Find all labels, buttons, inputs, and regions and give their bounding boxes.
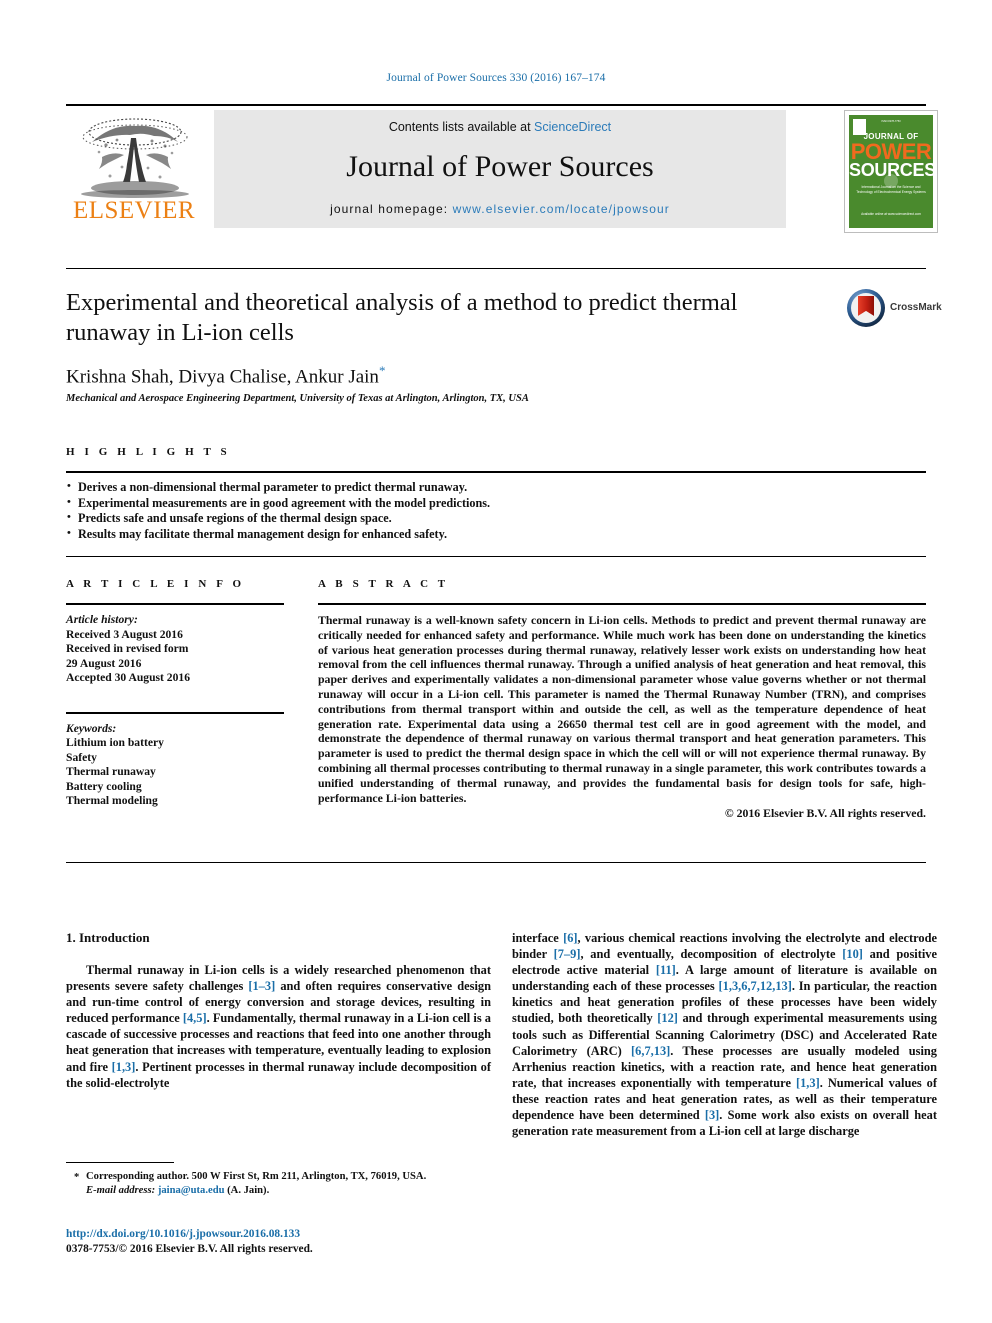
email-label: E-mail address: — [86, 1184, 156, 1196]
list-item: Experimental measurements are in good ag… — [66, 495, 926, 512]
sciencedirect-link[interactable]: ScienceDirect — [534, 120, 611, 134]
elsevier-wordmark: ELSEVIER — [72, 197, 196, 224]
citation-link[interactable]: [1,3] — [112, 1060, 136, 1074]
history-line: 29 August 2016 — [66, 656, 142, 670]
body-column-left: 1. Introduction Thermal runaway in Li-io… — [66, 930, 491, 1091]
citation-link[interactable]: [7–9] — [554, 947, 581, 961]
homepage-prefix: journal homepage: — [330, 202, 449, 216]
citation-link[interactable]: [4,5] — [183, 1011, 207, 1025]
corresponding-author-footnote: * Corresponding author. 500 W First St, … — [66, 1170, 491, 1197]
citation-link[interactable]: [6] — [563, 931, 577, 945]
keyword: Thermal modeling — [66, 794, 158, 807]
list-item: Predicts safe and unsafe regions of the … — [66, 510, 926, 527]
footnote-email-line: E-mail address: jaina@uta.edu (A. Jain). — [66, 1184, 491, 1198]
history-line: Received in revised form — [66, 642, 189, 655]
issn-copyright-line: 0378-7753/© 2016 Elsevier B.V. All right… — [66, 1243, 313, 1255]
crossmark-badge[interactable]: CrossMark — [846, 288, 942, 332]
footnote-address: Corresponding author. 500 W First St, Rm… — [86, 1171, 427, 1182]
footnote-marker: * — [74, 1172, 80, 1183]
text-run: interface — [512, 931, 564, 945]
citation-link[interactable]: [3] — [705, 1108, 719, 1122]
paper-page: Journal of Power Sources 330 (2016) 167–… — [0, 0, 992, 1323]
journal-title: Journal of Power Sources — [346, 150, 654, 183]
text-run: , and eventually, decomposition of elect… — [580, 947, 843, 962]
email-owner: (A. Jain). — [227, 1184, 270, 1196]
article-info-heading: A R T I C L E I N F O — [66, 578, 245, 590]
keywords-divider — [66, 711, 284, 714]
highlights-list: Derives a non-dimensional thermal parame… — [66, 473, 926, 542]
article-history-block: Article history: Received 3 August 2016 … — [66, 605, 284, 686]
running-head: Journal of Power Sources 330 (2016) 167–… — [386, 72, 606, 84]
citation-link[interactable]: [10] — [842, 947, 863, 961]
crossmark-label: CrossMark — [890, 302, 942, 313]
affiliation: Mechanical and Aerospace Engineering Dep… — [66, 393, 529, 404]
keywords-list: Keywords: Lithium ion battery Safety The… — [66, 722, 284, 809]
history-line: Accepted 30 August 2016 — [66, 671, 190, 684]
citation-link[interactable]: [12] — [657, 1011, 678, 1025]
keyword: Safety — [66, 750, 97, 764]
footnote-divider — [66, 1162, 174, 1163]
elsevier-logo: ELSEVIER — [66, 110, 206, 228]
abstract-heading: A B S T R A C T — [318, 578, 449, 590]
keywords-block: Keywords: Lithium ion battery Safety The… — [66, 711, 284, 809]
list-item: Results may facilitate thermal managemen… — [66, 526, 926, 543]
list-item: Derives a non-dimensional thermal parame… — [66, 479, 926, 496]
sciencedirect-banner: Contents lists available at ScienceDirec… — [214, 110, 786, 228]
title-divider — [66, 268, 926, 269]
citation-link[interactable]: [11] — [656, 963, 676, 977]
journal-cover-thumbnail: ISSN 0378-7753 JOURNAL OF POWER SOURCES … — [844, 110, 938, 233]
author-names: Krishna Shah, Divya Chalise, Ankur Jain — [66, 366, 379, 388]
crossmark-icon — [847, 289, 885, 327]
keyword: Lithium ion battery — [66, 736, 164, 749]
abstract-copyright: © 2016 Elsevier B.V. All rights reserved… — [724, 806, 926, 821]
doi-link[interactable]: http://dx.doi.org/10.1016/j.jpowsour.201… — [66, 1227, 526, 1242]
elsevier-tree-icon — [72, 112, 198, 198]
body-column-right: interface [6], various chemical reaction… — [512, 930, 937, 1139]
highlights-heading: H I G H L I G H T S — [66, 446, 231, 458]
citation-link[interactable]: [6,7,13] — [631, 1044, 670, 1058]
contents-prefix: Contents lists available at — [388, 120, 531, 134]
email-link[interactable]: jaina@uta.edu — [158, 1185, 225, 1196]
citation-link[interactable]: [1,3,6,7,12,13] — [719, 979, 792, 993]
journal-homepage-line: journal homepage: www.elsevier.com/locat… — [214, 202, 786, 216]
keyword: Thermal runaway — [66, 765, 156, 778]
highlights-section: H I G H L I G H T S Derives a non-dimens… — [66, 446, 926, 542]
cover-footer: Available online at www.sciencedirect.co… — [861, 212, 921, 217]
cover-issn: ISSN 0378-7753 — [881, 120, 901, 123]
author-list: Krishna Shah, Divya Chalise, Ankur Jain* — [66, 363, 826, 388]
cover-artwork: ISSN 0378-7753 JOURNAL OF POWER SOURCES … — [849, 115, 936, 228]
contents-available-line: Contents lists available at ScienceDirec… — [214, 120, 786, 134]
abstract-section: A B S T R A C T Thermal runaway is a wel… — [318, 578, 926, 821]
journal-masthead: ELSEVIER Contents lists available at Sci… — [66, 104, 938, 233]
history-line: Received 3 August 2016 — [66, 627, 183, 641]
keywords-label: Keywords: — [66, 721, 117, 735]
keyword: Battery cooling — [66, 779, 142, 793]
cover-decoration — [884, 174, 898, 188]
info-top-divider — [66, 556, 926, 557]
abstract-bottom-divider — [66, 862, 926, 863]
corresponding-author-marker[interactable]: * — [379, 363, 386, 378]
section-heading-introduction: 1. Introduction — [66, 930, 150, 945]
article-history-label: Article history: — [66, 613, 138, 626]
homepage-link[interactable]: www.elsevier.com/locate/jpowsour — [453, 202, 670, 216]
article-info-section: A R T I C L E I N F O Article history: R… — [66, 578, 284, 809]
page-title: Experimental and theoretical analysis of… — [66, 289, 738, 346]
intro-paragraph-right: interface [6], various chemical reaction… — [512, 930, 937, 1139]
intro-paragraph-left: Thermal runaway in Li-ion cells is a wid… — [66, 962, 491, 1091]
citation-link[interactable]: [1,3] — [796, 1076, 820, 1090]
abstract-text: Thermal runaway is a well-known safety c… — [318, 613, 926, 805]
citation-link[interactable]: [1–3] — [248, 979, 275, 993]
